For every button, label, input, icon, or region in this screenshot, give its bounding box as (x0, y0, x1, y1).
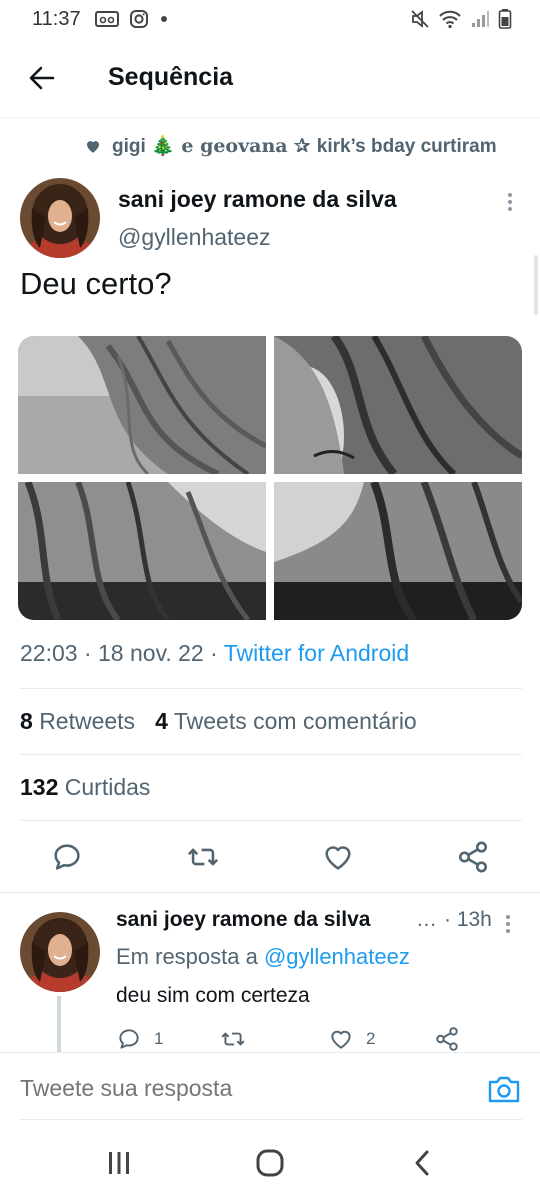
composer-underline (20, 1119, 522, 1120)
in-reply-mention[interactable]: @gyllenhateez (264, 944, 410, 969)
share-icon (436, 1027, 458, 1051)
tweet-photo-2[interactable] (274, 336, 522, 474)
system-nav-bar (0, 1126, 540, 1200)
liked-by-conj: e (181, 135, 194, 157)
retweets-label: Retweets (39, 708, 136, 734)
reply-composer (0, 1052, 540, 1124)
like-icon (331, 1030, 351, 1049)
quotes-stat[interactable]: 4 Tweets com comentário (155, 708, 417, 735)
tweet-client-link[interactable]: Twitter for Android (224, 640, 409, 666)
likes-stat[interactable]: 132 Curtidas (20, 774, 150, 801)
divider (20, 820, 522, 821)
retweet-quote-stats: 8 Retweets 4 Tweets com comentário (20, 708, 417, 735)
liked-by-text: gigi 🎄 e geovana ✰ kirk’s bday curtiram (112, 134, 497, 158)
reply-name-ellipsis: … (416, 908, 437, 931)
heart-filled-icon (87, 141, 99, 153)
reply-like-count: 2 (366, 1029, 376, 1048)
in-reply-to: Em resposta a @gyllenhateez (116, 944, 410, 970)
tweet-media-grid[interactable] (18, 336, 522, 620)
likes-stats: 132 Curtidas (20, 774, 150, 801)
meta-separator: · (83, 640, 92, 666)
reply-icon[interactable] (50, 840, 84, 874)
signal-icon (472, 11, 489, 27)
top-bar: Sequência (0, 38, 540, 118)
tweet-photo-3[interactable] (18, 482, 266, 620)
reply-input[interactable] (20, 1075, 460, 1102)
retweet-icon (221, 1032, 245, 1046)
page-title: Sequência (108, 63, 234, 91)
share-icon[interactable] (456, 840, 490, 874)
recent-apps-icon[interactable] (104, 1148, 134, 1178)
reply-timestamp[interactable]: · 13h (444, 908, 492, 932)
retweets-count: 8 (20, 708, 33, 734)
retweet-icon[interactable] (186, 840, 220, 874)
author-handle[interactable]: @gyllenhateez (118, 224, 271, 251)
tweet-photo-4[interactable] (274, 482, 522, 620)
reply-retweet-button[interactable] (220, 1026, 258, 1052)
quotes-label: Tweets com comentário (173, 708, 417, 734)
likes-label: Curtidas (64, 774, 151, 800)
battery-icon (498, 9, 512, 29)
reply-icon (119, 1029, 139, 1049)
reply-more-options-icon[interactable] (498, 912, 518, 936)
liked-by-rest: kirk’s bday curtiram (316, 136, 497, 157)
home-icon[interactable] (255, 1148, 285, 1178)
back-button[interactable] (20, 56, 64, 100)
retweets-stat[interactable]: 8 Retweets (20, 708, 135, 735)
tweet-time: 22:03 (20, 640, 78, 666)
tweet-date: 18 nov. 22 (98, 640, 204, 666)
like-icon[interactable] (321, 840, 355, 874)
reply-share-button[interactable] (434, 1026, 460, 1052)
reply-text: deu sim com certeza (116, 984, 310, 1007)
tweet-actions (0, 840, 540, 880)
reply-author-name[interactable]: sani joey ramone da silva (116, 908, 416, 932)
reply-reply-count: 1 (154, 1029, 164, 1048)
mute-icon (411, 10, 429, 28)
voicemail-icon (94, 11, 119, 27)
quotes-count: 4 (155, 708, 168, 734)
back-nav-icon[interactable] (408, 1148, 438, 1178)
scroll-rail[interactable] (534, 255, 538, 315)
reply-reply-button[interactable]: 1 (116, 1026, 163, 1052)
tweet-metadata: 22:03 · 18 nov. 22 · Twitter for Android (20, 640, 409, 667)
divider (0, 892, 540, 893)
divider (20, 688, 522, 689)
wifi-icon (439, 10, 461, 29)
avatar[interactable] (20, 178, 100, 258)
status-time: 11:37 (32, 7, 81, 30)
meta-separator: · (210, 640, 218, 666)
likes-count: 132 (20, 774, 59, 800)
divider (20, 754, 522, 755)
dot-icon (160, 16, 167, 22)
tweet-text: Deu certo? (20, 266, 172, 301)
liked-by-context[interactable]: gigi 🎄 e geovana ✰ kirk’s bday curtiram (84, 134, 497, 158)
instagram-icon (129, 10, 148, 28)
tweet-photo-1[interactable] (18, 336, 266, 474)
reply-avatar[interactable] (20, 912, 100, 992)
author-name[interactable]: sani joey ramone da silva (118, 186, 397, 213)
reply-like-button[interactable]: 2 (328, 1026, 375, 1052)
status-bar: 11:37 (0, 0, 540, 38)
in-reply-prefix: Em resposta a (116, 944, 258, 969)
liked-by-name-2: geovana ✰ (200, 135, 311, 157)
more-options-icon[interactable] (500, 190, 520, 214)
arrow-left-icon (29, 66, 55, 89)
liked-by-name-1: gigi 🎄 (112, 136, 175, 157)
camera-icon[interactable] (486, 1073, 522, 1105)
